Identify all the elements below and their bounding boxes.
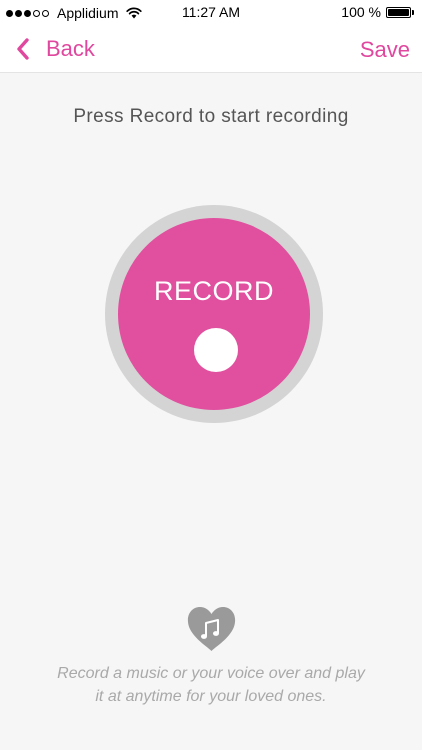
battery-icon xyxy=(386,6,411,18)
instruction-text: Press Record to start recording xyxy=(73,106,349,127)
save-button[interactable]: Save xyxy=(360,37,410,63)
record-button[interactable]: RECORD xyxy=(118,218,310,410)
status-right: 100 % xyxy=(341,4,414,20)
footer-description: Record a music or your voice over and pl… xyxy=(30,662,392,708)
battery-tip xyxy=(412,9,414,15)
back-label: Back xyxy=(46,36,95,61)
record-dot-icon xyxy=(194,328,238,372)
back-button[interactable]: Back xyxy=(16,36,95,62)
heart-music-note-icon xyxy=(187,607,236,651)
status-bar: Applidium 11:27 AM 100 % xyxy=(0,0,422,26)
battery-fill xyxy=(388,8,409,16)
footer-line-1: Record a music or your voice over and pl… xyxy=(57,665,365,682)
chevron-left-icon xyxy=(17,38,29,60)
nav-bar: Back Save xyxy=(0,26,422,73)
footer-line-2: it at anytime for your loved ones. xyxy=(95,688,327,705)
record-label: RECORD xyxy=(153,276,274,306)
battery-percentage: 100 % xyxy=(341,4,381,20)
